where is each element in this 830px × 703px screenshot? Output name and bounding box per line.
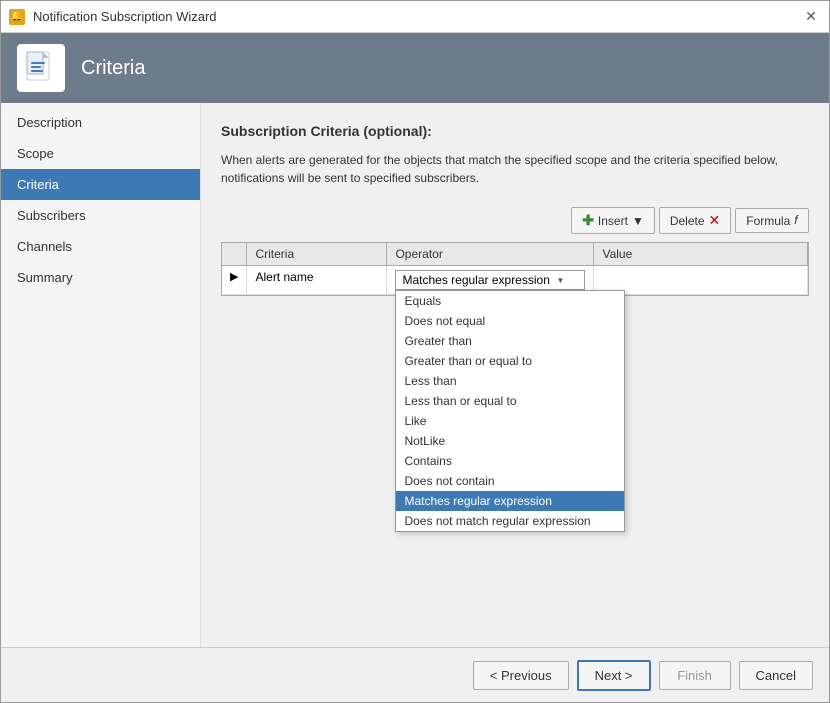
window: 🔔 Notification Subscription Wizard ✕ Cri… — [0, 0, 830, 703]
section-title: Subscription Criteria (optional): — [221, 123, 809, 139]
criteria-table: Criteria Operator Value ▶ Alert name — [222, 243, 808, 295]
close-button[interactable]: ✕ — [801, 7, 821, 27]
insert-dropdown-icon: ▼ — [632, 214, 644, 228]
col-header-operator: Operator — [387, 243, 594, 266]
criteria-value: Alert name — [255, 270, 313, 284]
criteria-cell: Alert name — [247, 266, 387, 295]
dropdown-item-does-not-match-regex[interactable]: Does not match regular expression — [396, 511, 624, 531]
delete-icon: ✕ — [709, 212, 721, 229]
document-icon — [23, 50, 59, 86]
dropdown-item-does-not-equal[interactable]: Does not equal — [396, 311, 624, 331]
value-cell — [594, 266, 808, 295]
delete-label: Delete — [670, 214, 705, 228]
col-header-value: Value — [594, 243, 808, 266]
finish-button[interactable]: Finish — [659, 661, 731, 690]
window-title: Notification Subscription Wizard — [33, 9, 217, 24]
formula-button[interactable]: Formula 𝑓 — [735, 208, 809, 233]
main-content: Subscription Criteria (optional): When a… — [201, 103, 829, 647]
operator-select-wrapper: Matches regular expression Equals Does n… — [395, 270, 585, 290]
sidebar-item-description[interactable]: Description — [1, 107, 200, 138]
dropdown-item-equals[interactable]: Equals — [396, 291, 624, 311]
title-bar-left: 🔔 Notification Subscription Wizard — [9, 9, 217, 25]
sidebar: Description Scope Criteria Subscribers C… — [1, 103, 201, 647]
formula-label: Formula — [746, 214, 790, 228]
app-icon: 🔔 — [9, 9, 25, 25]
description-text: When alerts are generated for the object… — [221, 151, 809, 187]
dropdown-item-matches-regex[interactable]: Matches regular expression — [396, 491, 624, 511]
operator-cell: Matches regular expression Equals Does n… — [387, 266, 594, 295]
sidebar-item-subscribers[interactable]: Subscribers — [1, 200, 200, 231]
header-icon — [17, 44, 65, 92]
operator-display[interactable]: Matches regular expression — [395, 270, 585, 290]
row-arrow: ▶ — [222, 266, 247, 295]
sidebar-item-scope[interactable]: Scope — [1, 138, 200, 169]
dropdown-item-does-not-contain[interactable]: Does not contain — [396, 471, 624, 491]
next-button[interactable]: Next > — [577, 660, 651, 691]
sidebar-item-criteria[interactable]: Criteria — [1, 169, 200, 200]
dropdown-item-notlike[interactable]: NotLike — [396, 431, 624, 451]
insert-icon: ✚ — [582, 212, 594, 229]
operator-dropdown-list: Equals Does not equal Greater than Great… — [395, 290, 625, 532]
operator-current-value: Matches regular expression — [402, 273, 549, 287]
content-area: Description Scope Criteria Subscribers C… — [1, 103, 829, 647]
col-header-criteria: Criteria — [247, 243, 387, 266]
formula-icon: 𝑓 — [794, 213, 798, 228]
dropdown-item-greater-than[interactable]: Greater than — [396, 331, 624, 351]
toolbar: ✚ Insert ▼ Delete ✕ Formula 𝑓 — [221, 207, 809, 234]
col-header-arrow — [222, 243, 247, 266]
dropdown-item-greater-than-equal[interactable]: Greater than or equal to — [396, 351, 624, 371]
cancel-button[interactable]: Cancel — [739, 661, 813, 690]
title-bar: 🔔 Notification Subscription Wizard ✕ — [1, 1, 829, 33]
header-banner: Criteria — [1, 33, 829, 103]
table-row: ▶ Alert name Matches regular expression — [222, 266, 808, 295]
previous-button[interactable]: < Previous — [473, 661, 569, 690]
dropdown-item-contains[interactable]: Contains — [396, 451, 624, 471]
header-title: Criteria — [81, 57, 145, 80]
dropdown-item-less-than[interactable]: Less than — [396, 371, 624, 391]
dropdown-item-like[interactable]: Like — [396, 411, 624, 431]
sidebar-item-channels[interactable]: Channels — [1, 231, 200, 262]
insert-label: Insert — [598, 214, 628, 228]
insert-button[interactable]: ✚ Insert ▼ — [571, 207, 655, 234]
criteria-table-wrapper: Criteria Operator Value ▶ Alert name — [221, 242, 809, 296]
dropdown-item-less-than-equal[interactable]: Less than or equal to — [396, 391, 624, 411]
sidebar-item-summary[interactable]: Summary — [1, 262, 200, 293]
footer: < Previous Next > Finish Cancel — [1, 647, 829, 702]
delete-button[interactable]: Delete ✕ — [659, 207, 731, 234]
